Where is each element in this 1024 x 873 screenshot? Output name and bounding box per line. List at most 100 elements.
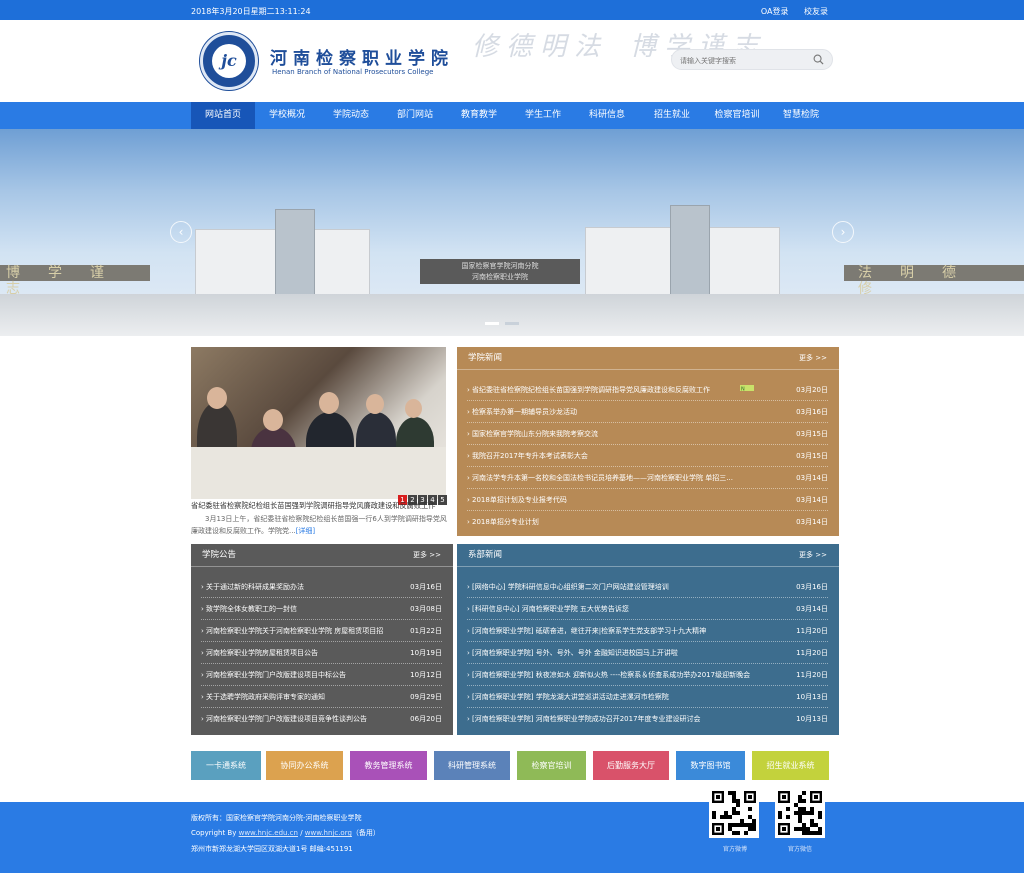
college-name-cn: 河南检察职业学院 (270, 49, 454, 69)
dept-news-date: 11月20日 (796, 671, 828, 679)
college-logo[interactable]: jc (200, 32, 258, 90)
wechat-qr-code-icon[interactable] (775, 788, 825, 838)
photo-news-summary-text: 3月13日上午，省纪委驻省检察院纪检组长苗国强一行6人到学院调研指导党风廉政建设… (191, 515, 447, 535)
system-link-library[interactable]: 数字图书馆 (676, 751, 745, 780)
photo-person-head (319, 392, 339, 414)
news-row[interactable]: › 省纪委驻省检察院纪检组长苗国强到学院调研指导党风廉政建设和反腐败工作 03月2… (467, 379, 828, 401)
notice-title: › 致学院全体女教职工的一封信 (201, 605, 298, 613)
dept-news-row[interactable]: › [科研信息中心] 河南检察职业学院 五大优势告诉您 03月14日 (467, 598, 828, 620)
wall-text-right: 法明德修 (844, 265, 1024, 297)
system-link-logistics[interactable]: 后勤服务大厅 (593, 751, 669, 780)
notice-row[interactable]: › 关于选聘学院政府采购评审专家的通知 09月29日 (201, 686, 442, 708)
weibo-qr-code-icon[interactable] (709, 788, 759, 838)
dept-news-row[interactable]: › [河南检察职业学院] 砥砺奋进，继往开来|检察系学生党支部学习十九大精神 11… (467, 620, 828, 642)
dept-news-row[interactable]: › [河南检察职业学院] 学院龙湖大讲堂巡讲活动走进漯河市检察院 10月13日 (467, 686, 828, 708)
system-link-office[interactable]: 协同办公系统 (266, 751, 343, 780)
banner-dot-2[interactable] (505, 322, 519, 325)
notice-title: › 关于通过新的科研成果奖励办法 (201, 583, 305, 591)
gate-sign-a: 国家检察官学院河南分院 (461, 262, 539, 270)
news-row[interactable]: › 我院召开2017年专升本考试表彰大会 03月15日 (467, 445, 828, 467)
footer-site1-link[interactable]: www.hnjc.edu.cn (239, 829, 298, 837)
nav-home[interactable]: 网站首页 (191, 102, 255, 129)
system-link-research[interactable]: 科研管理系统 (434, 751, 510, 780)
campus-tower-right (670, 205, 710, 299)
news-row[interactable]: › 检察系举办第一期辅导员沙龙活动 03月16日 (467, 401, 828, 423)
footer-copyright-prefix: Copyright By (191, 829, 237, 837)
search-icon[interactable] (813, 54, 824, 65)
department-news-more-link[interactable]: 更多 >> (799, 544, 827, 567)
nav-about[interactable]: 学校概况 (255, 102, 319, 129)
dept-news-row[interactable]: › [网络中心] 学院科研信息中心组织第二次门户网站建设管理培训 03月16日 (467, 576, 828, 598)
news-title: › 我院召开2017年专升本考试表彰大会 (467, 452, 588, 460)
nav-research[interactable]: 科研信息 (575, 102, 639, 129)
nav-college-news[interactable]: 学院动态 (319, 102, 383, 129)
dept-news-title: › [河南检察职业学院] 学院龙湖大讲堂巡讲活动走进漯河市检察院 (467, 693, 669, 701)
dept-news-date: 11月20日 (796, 649, 828, 657)
banner-next-arrow-icon[interactable]: › (832, 221, 854, 243)
system-link-training[interactable]: 检察官培训 (517, 751, 586, 780)
system-link-academic[interactable]: 教务管理系统 (350, 751, 427, 780)
footer-backup: （备用） (351, 829, 380, 837)
system-link-admissions[interactable]: 招生就业系统 (752, 751, 829, 780)
news-date: 03月16日 (796, 408, 828, 416)
college-name-en: Henan Branch of National Prosecutors Col… (272, 68, 434, 76)
motto-part-a: 修德明法 (472, 32, 609, 62)
nav-admissions[interactable]: 招生就业 (639, 102, 705, 129)
dept-news-date: 11月20日 (796, 627, 828, 635)
banner-slideshow[interactable]: 国家检察官学院河南分院 河南检察职业学院 博学谨志 法明德修 ‹ › (0, 129, 1024, 336)
alumni-link[interactable]: 校友录 (804, 7, 828, 16)
notice-date: 10月19日 (410, 649, 442, 657)
banner-dot-1[interactable] (485, 322, 499, 325)
notice-row[interactable]: › 河南检察职业学院关于河南检察职业学院 房屋租赁项目招 01月22日 (201, 620, 442, 642)
site-footer: 版权所有：国家检察官学院河南分院-河南检察职业学院 Copyright By w… (0, 788, 1024, 873)
notice-row[interactable]: › 河南检察职业学院门户改版建设项目中标公告 10月12日 (201, 664, 442, 686)
banner-prev-arrow-icon[interactable]: ‹ (170, 221, 192, 243)
oa-login-link[interactable]: OA登录 (761, 7, 789, 16)
notice-row[interactable]: › 河南检察职业学院门户改版建设项目竞争性谈判公告 06月20日 (201, 708, 442, 730)
news-title: › 河南法学专升本第一名校和全国法检书记员培养基地——河南检察职业学院 单招三.… (467, 474, 733, 482)
news-date: 03月15日 (796, 430, 828, 438)
site-header: jc 河南检察职业学院 Henan Branch of National Pro… (0, 20, 1024, 102)
nav-teaching[interactable]: 教育教学 (447, 102, 511, 129)
news-row[interactable]: › 2018单招分专业计划 03月14日 (467, 511, 828, 533)
photo-news-caption[interactable]: 省纪委驻省检察院纪检组长苗国强到学院调研指导党风廉政建设和反腐败工作 (191, 501, 447, 511)
notice-date: 03月08日 (410, 605, 442, 613)
dept-news-date: 03月14日 (796, 605, 828, 613)
footer-copyright-owner: 版权所有：国家检察官学院河南分院-河南检察职业学院 (191, 814, 362, 822)
announcements-more-link[interactable]: 更多 >> (413, 544, 441, 567)
dept-news-date: 10月13日 (796, 693, 828, 701)
news-row[interactable]: › 2018单招计划及专业报考代码 03月14日 (467, 489, 828, 511)
footer-site2-link[interactable]: www.hnjc.org (305, 829, 352, 837)
nav-prosecutor-training[interactable]: 检察官培训 (705, 102, 769, 129)
news-date: 03月14日 (796, 474, 828, 482)
nav-smart-campus[interactable]: 智慧检院 (769, 102, 833, 129)
dept-news-title: › [河南检察职业学院] 号外、号外、号外 金融知识进校园马上开讲啦 (467, 649, 678, 657)
news-row[interactable]: › 河南法学专升本第一名校和全国法检书记员培养基地——河南检察职业学院 单招三.… (467, 467, 828, 489)
notice-date: 09月29日 (410, 693, 442, 701)
dept-news-date: 10月13日 (796, 715, 828, 723)
weibo-qr-label: 官方微博 (723, 846, 748, 853)
search-box (671, 49, 833, 70)
dept-news-row[interactable]: › [河南检察职业学院] 河南检察职业学院成功召开2017年度专业建设研讨会 10… (467, 708, 828, 730)
system-link-card[interactable]: 一卡通系统 (191, 751, 261, 780)
nav-student-affairs[interactable]: 学生工作 (511, 102, 575, 129)
notice-row[interactable]: › 河南检察职业学院房屋租赁项目公告 10月19日 (201, 642, 442, 664)
college-news-more-link[interactable]: 更多 >> (799, 347, 827, 370)
photo-pager: 12345 (397, 487, 447, 505)
photo-news-detail-link[interactable]: [详细] (296, 527, 315, 535)
search-input[interactable] (680, 54, 804, 67)
photo-person-head (263, 409, 283, 431)
news-photo[interactable] (191, 347, 446, 499)
nav-departments[interactable]: 部门网站 (383, 102, 447, 129)
dept-news-row[interactable]: › [河南检察职业学院] 号外、号外、号外 金融知识进校园马上开讲啦 11月20日 (467, 642, 828, 664)
dept-news-title: › [网络中心] 学院科研信息中心组织第二次门户网站建设管理培训 (467, 583, 669, 591)
notice-title: › 河南检察职业学院门户改版建设项目竞争性谈判公告 (201, 715, 368, 723)
notice-row[interactable]: › 关于通过新的科研成果奖励办法 03月16日 (201, 576, 442, 598)
notice-row[interactable]: › 致学院全体女教职工的一封信 03月08日 (201, 598, 442, 620)
notice-title: › 关于选聘学院政府采购评审专家的通知 (201, 693, 326, 701)
notice-title: › 河南检察职业学院关于河南检察职业学院 房屋租赁项目招 (201, 627, 384, 635)
news-row[interactable]: › 国家检察官学院山东分院来我院考察交流 03月15日 (467, 423, 828, 445)
news-title: › 2018单招计划及专业报考代码 (467, 496, 567, 504)
top-bar: 2018年3月20日星期二13:11:24 OA登录 校友录 (0, 0, 1024, 20)
dept-news-row[interactable]: › [河南检察职业学院] 秋夜凉如水 迎新似火热 ----检察系＆侦查系成功举办… (467, 664, 828, 686)
